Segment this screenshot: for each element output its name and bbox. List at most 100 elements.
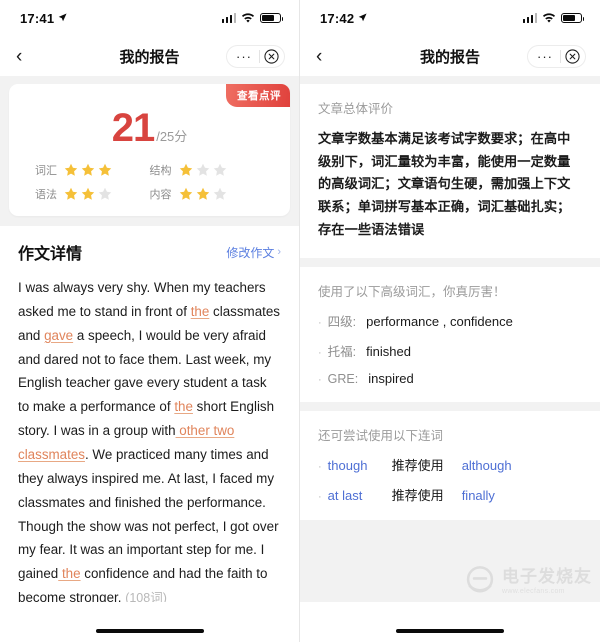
overall-evaluation-text: 文章字数基本满足该考试字数要求；在高中级别下，词汇量较为丰富，能使用一定数量的高… — [318, 131, 571, 237]
view-comments-badge[interactable]: 查看点评 — [226, 84, 290, 107]
vocabulary-item: · 托福: finished — [318, 341, 582, 360]
status-bar-left: 17:41 — [20, 11, 67, 26]
score-display: 21 /25分 — [9, 100, 290, 152]
home-indicator[interactable] — [396, 629, 504, 633]
star-rating — [64, 187, 112, 201]
rating-item: 词汇 — [35, 162, 150, 178]
star-filled-icon — [179, 163, 192, 176]
bullet-dot-icon: · — [318, 373, 322, 386]
star-empty-icon — [213, 163, 226, 176]
vocabulary-words: inspired — [368, 370, 414, 386]
status-bar-right — [522, 12, 585, 24]
suggested-conjunctions-label: 还可尝试使用以下连词 — [318, 428, 444, 443]
location-arrow-icon — [58, 12, 67, 21]
home-indicator-area — [0, 602, 299, 642]
chevron-right-icon: › — [277, 246, 281, 258]
star-rating — [64, 163, 112, 177]
wifi-icon — [241, 12, 255, 23]
right-phone-screen: 17:42 ‹ 我的报告 ··· 文章总体评价 文章字数基本满足该考试字数要求；… — [300, 0, 600, 642]
rating-label: 语法 — [35, 189, 57, 201]
watermark: 电子发烧友 www.elecfans.com — [463, 564, 592, 598]
left-phone-screen: 17:41 ‹ 我的报告 ··· 查看点评 21 /25分 词汇 结构 语法 内… — [0, 0, 300, 642]
status-bar: 17:41 — [0, 0, 299, 36]
wifi-icon — [542, 12, 556, 23]
essay-text-segment: . We practiced many times and they alway… — [18, 447, 279, 582]
essay-correction-highlight[interactable]: the — [191, 304, 210, 319]
star-empty-icon — [98, 187, 112, 200]
close-circle-icon[interactable] — [260, 45, 282, 67]
score-value: 21 — [111, 106, 155, 150]
more-options-button[interactable]: ··· — [530, 50, 560, 63]
back-button[interactable]: ‹ — [316, 47, 322, 66]
bullet-dot-icon: · — [318, 460, 322, 473]
star-filled-icon — [196, 187, 209, 200]
advanced-vocabulary-section: 使用了以下高级词汇，你真厉害！ · 四级: performance , confid… — [300, 266, 600, 402]
nav-actions-group: ··· — [527, 44, 586, 68]
vocabulary-item: · GRE: inspired — [318, 371, 582, 386]
left-page-body: 查看点评 21 /25分 词汇 结构语法 内容 作文详情 修改作文 › I was … — [0, 76, 299, 642]
vocabulary-level-label: 托福: — [327, 344, 357, 359]
watermark-logo-icon — [466, 566, 494, 593]
rating-label: 内容 — [149, 189, 172, 201]
essay-correction-highlight[interactable]: the — [174, 399, 193, 414]
status-time: 17:41 — [20, 10, 55, 26]
bullet-dot-icon: · — [318, 346, 322, 359]
rating-item: 结构 — [150, 162, 265, 178]
overall-evaluation-label: 文章总体评价 — [318, 102, 394, 116]
vocabulary-list: · 四级: performance , confidence · 托福: finished… — [318, 311, 582, 386]
star-filled-icon — [64, 163, 78, 176]
right-page-body: 文章总体评价 文章字数基本满足该考试字数要求；在高中级别下，词汇量较为丰富，能使… — [300, 76, 600, 642]
watermark-url: www.elecfans.com — [502, 587, 565, 595]
star-filled-icon — [98, 163, 112, 176]
rating-label: 词汇 — [35, 165, 57, 177]
vocabulary-words: performance , confidence — [366, 313, 513, 329]
close-circle-icon[interactable] — [561, 45, 583, 67]
more-options-button[interactable]: ··· — [229, 50, 259, 63]
conjunction-original-word[interactable]: at last — [328, 488, 392, 503]
essay-header: 作文详情 修改作文 › — [18, 240, 281, 264]
essay-correction-highlight[interactable]: the — [58, 566, 81, 581]
star-filled-icon — [64, 187, 78, 200]
vocabulary-level-label: GRE: — [327, 371, 359, 386]
star-filled-icon — [81, 163, 95, 176]
conjunction-item: · though 推荐使用 although — [318, 455, 582, 474]
star-rating — [179, 163, 227, 177]
status-bar-right — [221, 12, 284, 24]
star-empty-icon — [196, 163, 209, 176]
conjunction-original-word[interactable]: though — [328, 458, 392, 473]
star-rating — [179, 187, 227, 201]
nav-actions-group: ··· — [226, 44, 285, 68]
essay-correction-highlight[interactable]: gave — [44, 328, 73, 343]
edit-essay-link[interactable]: 修改作文 › — [226, 244, 281, 261]
vocabulary-words: finished — [366, 343, 411, 359]
location-arrow-icon — [358, 12, 367, 21]
home-indicator[interactable] — [95, 629, 204, 633]
conjunction-suggested-word[interactable]: although — [462, 458, 512, 473]
watermark-brand: 电子发烧友 — [502, 566, 592, 586]
essay-section-title: 作文详情 — [18, 246, 83, 263]
essay-text: I was always very shy. When my teachers … — [18, 276, 281, 610]
rating-item: 内容 — [150, 186, 265, 202]
watermark-text: 电子发烧友 www.elecfans.com — [502, 568, 592, 595]
status-bar-left: 17:42 — [320, 11, 367, 26]
back-button[interactable]: ‹ — [16, 47, 22, 66]
battery-icon — [260, 12, 284, 24]
conjunction-item: · at last 推荐使用 finally — [318, 485, 582, 504]
advanced-vocabulary-label: 使用了以下高级词汇，你真厉害！ — [318, 284, 506, 299]
signal-bars-icon — [522, 13, 537, 23]
bullet-dot-icon: · — [318, 490, 322, 503]
star-empty-icon — [213, 187, 226, 200]
conjunction-suggest-label: 推荐使用 — [391, 457, 444, 473]
star-filled-icon — [81, 187, 95, 200]
conjunction-suggested-word[interactable]: finally — [462, 488, 495, 503]
essay-detail-card: 作文详情 修改作文 › I was always very shy. When … — [0, 226, 299, 631]
conjunction-suggest-label: 推荐使用 — [391, 487, 444, 503]
score-card: 查看点评 21 /25分 词汇 结构语法 内容 — [9, 84, 290, 216]
bullet-dot-icon: · — [318, 316, 322, 329]
overall-evaluation-section: 文章总体评价 文章字数基本满足该考试字数要求；在高中级别下，词汇量较为丰富，能使… — [300, 84, 600, 258]
battery-icon — [561, 12, 585, 24]
rating-grid: 词汇 结构语法 内容 — [35, 152, 264, 202]
nav-bar: ‹ 我的报告 ··· — [0, 36, 299, 76]
signal-bars-icon — [221, 13, 236, 23]
star-filled-icon — [179, 187, 192, 200]
